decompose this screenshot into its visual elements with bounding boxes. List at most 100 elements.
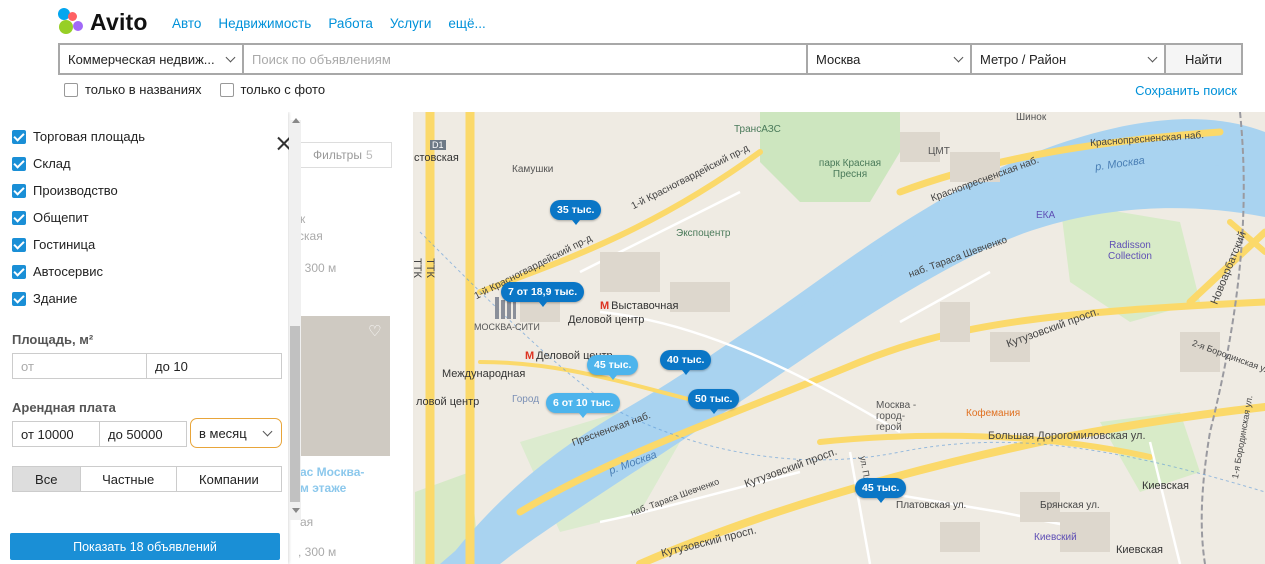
seller-tab-all[interactable]: Все [13,467,81,491]
map-label-eka: ЕКА [1036,210,1056,221]
filter-type-warehouse[interactable]: Склад [12,156,71,171]
category-select[interactable]: Коммерческая недвиж... [60,45,244,73]
filter-panel: Торговая площадь Склад Производство Обще… [0,112,301,564]
nav-link-realty[interactable]: Недвижимость [218,16,311,31]
city-select[interactable]: Москва [808,45,972,73]
filter-type-hotel[interactable]: Гостиница [12,237,95,252]
top-nav: Авто Недвижимость Работа Услуги ещё... [172,16,503,31]
listing-title[interactable]: ас Москва- [300,464,364,480]
filter-type-production[interactable]: Производство [12,183,118,198]
map-label-kievskaya-2: Киевская [1116,544,1164,556]
listing-snippet: , 300 м [298,261,337,275]
map-label-ttk-1: ТТК [423,258,436,278]
map-label-expocentre: Экспоцентр [676,228,731,239]
map-label-delovoy-centr-3: ловой центр [416,396,480,408]
search-input[interactable]: Поиск по объявлениям [244,45,808,73]
map-label-mezhdunarodnaya: Международная [442,368,526,380]
area-from-input[interactable]: от [12,353,147,379]
map-label-kamushki: Камушки [512,164,554,175]
only-titles-checkbox[interactable] [64,82,78,97]
seller-type-tabs: Все Частные Компании [12,466,282,492]
map-price-pin[interactable]: 45 тыс. [855,478,907,503]
map-label-vystavochnaya: M Выставочная [600,300,679,312]
map-price-pin[interactable]: 50 тыс. [688,389,740,414]
nav-link-jobs[interactable]: Работа [328,16,373,31]
search-options: только в названиях только с фото [64,82,343,97]
metro-icon: M [600,300,610,312]
area-label: Площадь, м² [12,332,94,347]
map-label-platovskaya: Платовская ул. [896,500,967,511]
rent-label: Арендная плата [12,400,116,415]
filters-count: 5 [365,148,373,162]
chevron-down-icon [953,52,964,63]
only-photo-checkbox[interactable] [219,82,234,97]
area-to-input[interactable]: до 10 [146,353,282,379]
map-label-moskva-city: МОСКВА-СИТИ [474,322,540,332]
map-price-pin[interactable]: 6 от 10 тыс. [546,393,621,418]
checkbox-checked[interactable] [12,156,26,171]
avito-logo[interactable]: Avito [58,8,148,36]
listing-title-2[interactable]: м этаже [300,480,346,496]
map-price-pin[interactable]: 7 от 18,9 тыс. [501,282,585,307]
map-label-kievskaya-1: Киевская [1142,480,1190,492]
map-label-bryanskaya: Брянская ул. [1040,500,1100,511]
city-value: Москва [816,51,861,67]
map-price-pin[interactable]: 45 тыс. [587,355,639,380]
rent-to-input[interactable]: до 50000 [99,421,187,447]
map-label-d1: D1 [430,140,446,150]
map-label-kievskiy: Киевский [1034,532,1077,543]
seller-tab-companies[interactable]: Компании [177,467,281,491]
chevron-down-icon [262,426,273,437]
filter-type-trade[interactable]: Торговая площадь [12,129,145,144]
only-titles-label: только в названиях [85,82,202,97]
scroll-up-icon[interactable] [292,118,300,123]
listing-snippet: ская [298,229,323,243]
map-label-moskva-gorod-geroy: Москва - город-герой [876,400,917,433]
rent-period-value: в месяц [199,425,247,441]
save-search-link[interactable]: Сохранить поиск [1135,83,1237,98]
chevron-down-icon [225,52,236,63]
listing-snippet: , 300 м [298,545,337,559]
logo-dots-icon [58,8,86,36]
checkbox-checked[interactable] [12,210,26,225]
favorite-heart-icon[interactable]: ♡ [368,322,381,340]
nav-link-services[interactable]: Услуги [390,16,432,31]
filters-button[interactable]: Фильтры 5 [298,142,392,168]
seller-tab-private[interactable]: Частные [81,467,177,491]
checkbox-checked[interactable] [12,129,26,144]
metro-select[interactable]: Метро / Район [972,45,1166,73]
only-photo-option[interactable]: только с фото [219,82,326,97]
filter-type-building[interactable]: Здание [12,291,77,306]
map-label-bolshaya-dorog: Большая Дорогомиловская ул. [988,430,1146,442]
map-price-pin[interactable]: 40 тыс. [660,350,712,375]
category-value: Коммерческая недвиж... [68,51,215,67]
checkbox-checked[interactable] [12,264,26,279]
scrollbar-thumb[interactable] [290,326,300,502]
map-label-radisson: Radisson Collection [1108,240,1152,262]
map-label-cmt: ЦМТ [928,146,950,157]
logo-text: Avito [90,8,148,35]
chevron-down-icon [1147,52,1158,63]
rent-period-select[interactable]: в месяц [190,418,282,448]
listing-snippet: ая [300,515,314,529]
nav-link-auto[interactable]: Авто [172,16,201,31]
map-label-kofemania: Кофемания [966,408,1021,419]
metro-icon: M [525,350,535,362]
listing-column: Фильтры 5 к ская , 300 м ♡ ас Москва- м … [288,112,413,564]
show-results-button[interactable]: Показать 18 объявлений [10,533,280,560]
map-price-pin[interactable]: 35 тыс. [550,200,602,225]
nav-link-more[interactable]: ещё... [448,16,485,31]
find-button[interactable]: Найти [1166,45,1241,73]
checkbox-checked[interactable] [12,237,26,252]
checkbox-checked[interactable] [12,183,26,198]
checkbox-checked[interactable] [12,291,26,306]
site-header: Avito Авто Недвижимость Работа Услуги ещ… [0,0,1265,112]
only-titles-option[interactable]: только в названиях [64,82,202,97]
scroll-down-icon[interactable] [292,508,300,513]
map-label-stovskaya: стовская [414,152,459,164]
filter-type-autoservice[interactable]: Автосервис [12,264,103,279]
filter-type-catering[interactable]: Общепит [12,210,89,225]
only-photo-label: только с фото [240,82,326,97]
rent-from-input[interactable]: от 10000 [12,421,100,447]
map-label-gorod: Город [512,394,540,405]
